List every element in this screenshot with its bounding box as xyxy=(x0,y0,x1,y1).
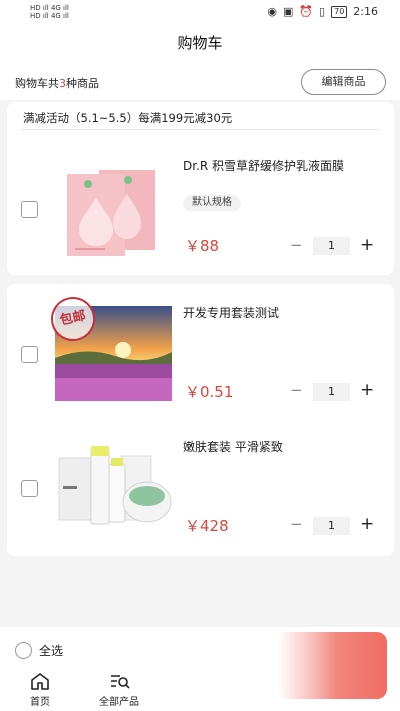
promo-banner[interactable]: 满减活动（5.1~5.5）每满199元减30元 xyxy=(23,110,232,126)
tab-home-label: 首页 xyxy=(30,697,50,708)
edit-items-button[interactable]: 编辑商品 xyxy=(301,69,386,95)
bottom-bar: 全选 首页 全部产品 xyxy=(0,627,400,711)
spec-chip[interactable]: 默认规格 xyxy=(183,195,241,211)
item-checkbox[interactable] xyxy=(21,480,38,497)
nfc-icon: ▣ xyxy=(282,5,294,18)
home-icon xyxy=(10,672,70,691)
product-name[interactable]: Dr.R 积雪草舒缓修护乳液面膜 xyxy=(183,157,344,174)
product-name[interactable]: 开发专用套装测试 xyxy=(183,304,279,321)
cart-group-promo: 满减活动（5.1~5.5）每满199元减30元 Dr.R 积雪草舒缓修护乳液面膜… xyxy=(7,102,394,275)
eye-icon: ◉ xyxy=(267,5,277,18)
quantity-field[interactable]: 1 xyxy=(313,517,350,535)
alarm-icon: ⏰ xyxy=(299,5,314,18)
checkout-button-fade xyxy=(277,632,337,699)
cart-count-number: 3 xyxy=(59,77,66,90)
increase-qty-button[interactable]: + xyxy=(360,515,374,533)
select-all-label[interactable]: 全选 xyxy=(39,642,63,659)
product-image-mask[interactable] xyxy=(55,162,172,267)
divider xyxy=(21,129,380,130)
product-list-icon xyxy=(89,672,149,691)
cart-count-prefix: 购物车共 xyxy=(15,77,59,90)
increase-qty-button[interactable]: + xyxy=(360,236,374,254)
sim1-signal: HD ıll 4G ıll xyxy=(30,4,69,12)
product-price: ￥0.51 xyxy=(185,383,234,401)
decrease-qty-button[interactable]: − xyxy=(290,515,303,533)
increase-qty-button[interactable]: + xyxy=(360,381,374,399)
tab-all-products[interactable]: 全部产品 xyxy=(89,672,149,708)
select-all-checkbox[interactable] xyxy=(15,642,32,659)
item-checkbox[interactable] xyxy=(21,346,38,363)
vibrate-icon: ▯ xyxy=(319,5,326,18)
page-title: 购物车 xyxy=(0,24,400,64)
product-name[interactable]: 嫩肤套装 平滑紧致 xyxy=(183,438,283,455)
battery-icon: 70 xyxy=(331,5,348,18)
status-icons: ◉ ▣ ⏰ ▯ 70 2:16 xyxy=(267,5,378,18)
decrease-qty-button[interactable]: − xyxy=(290,381,303,399)
tab-home[interactable]: 首页 xyxy=(10,672,70,708)
cart-count-suffix: 种商品 xyxy=(66,77,99,90)
free-shipping-label: 包邮 xyxy=(58,308,88,329)
item-checkbox[interactable] xyxy=(21,201,38,218)
clock: 2:16 xyxy=(353,5,378,18)
cart-group-default: 包邮 开发专用套装测试 ￥0.51 − 1 + 嫩肤套装 平滑紧致 ￥428 −… xyxy=(7,284,394,556)
sim2-signal: HD ıll 4G ıll xyxy=(30,12,69,20)
product-image-skincare-set[interactable] xyxy=(55,436,172,531)
cart-summary: 购物车共3种商品 编辑商品 xyxy=(0,64,400,100)
cart-count-text: 购物车共3种商品 xyxy=(15,75,99,91)
status-bar: HD ıll 4G ıll HD ıll 4G ıll ◉ ▣ ⏰ ▯ 70 2… xyxy=(0,0,400,24)
product-price: ￥88 xyxy=(185,237,220,255)
tab-all-products-label: 全部产品 xyxy=(99,697,139,708)
product-price: ￥428 xyxy=(185,517,229,535)
decrease-qty-button[interactable]: − xyxy=(290,236,303,254)
quantity-field[interactable]: 1 xyxy=(313,383,350,401)
quantity-field[interactable]: 1 xyxy=(313,237,350,255)
signal-indicators: HD ıll 4G ıll HD ıll 4G ıll xyxy=(30,4,69,20)
